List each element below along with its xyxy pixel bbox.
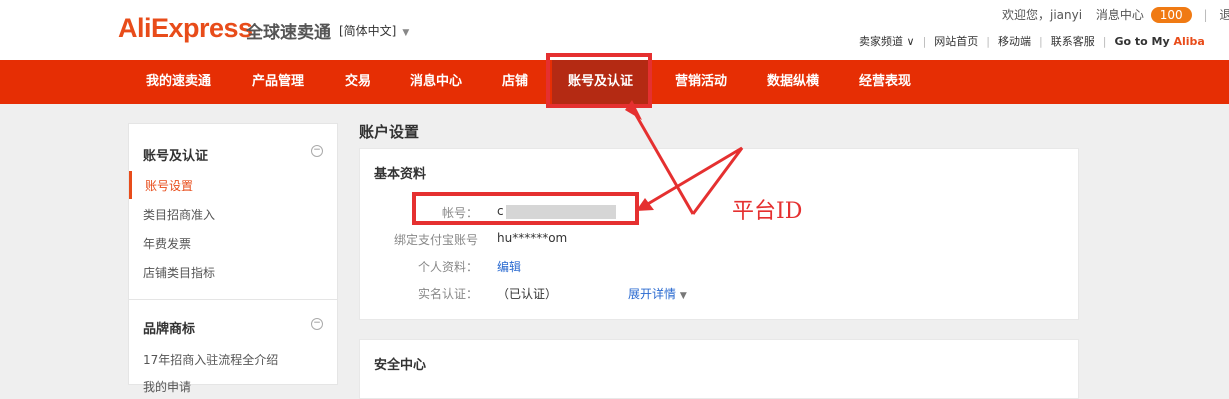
sidebar-item-account-settings[interactable]: 账号设置 xyxy=(145,177,193,194)
profile-label: 个人资料： xyxy=(417,260,478,274)
sidebar-item-annual-fee-invoice[interactable]: 年费发票 xyxy=(143,235,191,252)
top-links: 卖家频道 ∨ | 网站首页 | 移动端 | 联系客服 | Go to My Aliba xyxy=(859,33,1205,49)
goto-brand: Aliba xyxy=(1173,35,1205,48)
seller-channel-label: 卖家频道 xyxy=(859,35,903,48)
contact-service-link[interactable]: 联系客服 xyxy=(1051,35,1095,48)
logo-subtitle: 全球速卖通 xyxy=(246,23,331,43)
language-selector[interactable]: [简体中文] ▼ xyxy=(339,22,409,39)
chevron-down-icon: ▼ xyxy=(402,28,410,38)
sidebar: 账号及认证 − 账号设置 类目招商准入 年费发票 店铺类目指标 品牌商标 − 1… xyxy=(128,123,338,394)
highlight-box-account xyxy=(412,192,639,225)
sidebar-section-title: 品牌商标 xyxy=(143,322,196,337)
sidebar-item-category-access[interactable]: 类目招商准入 xyxy=(143,206,215,223)
chevron-down-icon: ∨ xyxy=(906,35,915,48)
nav-data[interactable]: 数据纵横 xyxy=(767,60,819,104)
nav-performance[interactable]: 经营表现 xyxy=(859,60,911,104)
sidebar-item-onboarding-guide[interactable]: 17年招商入驻流程全介绍 xyxy=(143,351,278,368)
divider: | xyxy=(1102,35,1107,48)
annotation-label: 平台ID xyxy=(732,199,803,224)
sidebar-section-title: 账号及认证 xyxy=(143,149,209,164)
card-title: 基本资料 xyxy=(374,167,427,182)
logout-link[interactable]: 退出 xyxy=(1219,8,1229,22)
active-indicator xyxy=(129,171,132,199)
seller-channel-link[interactable]: 卖家频道 ∨ xyxy=(859,35,915,48)
nav-my-aliexpress[interactable]: 我的速卖通 xyxy=(146,60,211,104)
sidebar-divider xyxy=(129,299,337,300)
security-card: 安全中心 xyxy=(359,339,1079,399)
expand-details-link[interactable]: 展开详情 ▼ xyxy=(628,285,687,302)
aliexpress-logo[interactable]: AliExpress xyxy=(118,13,253,44)
language-label: [简体中文] xyxy=(339,24,397,38)
edit-profile-link[interactable]: 编辑 xyxy=(497,258,521,275)
alipay-label: 绑定支付宝账号 xyxy=(393,233,478,247)
nav-marketing[interactable]: 营销活动 xyxy=(675,60,727,104)
divider: | xyxy=(922,35,927,48)
nav-messages[interactable]: 消息中心 xyxy=(410,60,462,104)
alipay-value: hu******om xyxy=(497,231,568,245)
verification-status: （已认证） xyxy=(497,287,558,301)
sidebar-item-store-category-metrics[interactable]: 店铺类目指标 xyxy=(143,264,215,281)
verification-label: 实名认证： xyxy=(417,287,478,301)
divider: | xyxy=(986,35,990,48)
sidebar-item-my-applications[interactable]: 我的申请 xyxy=(143,378,191,395)
goto-prefix: Go to My xyxy=(1114,35,1174,48)
basic-info-card: 基本资料 帐号： c 绑定支付宝账号 hu******om 个人资料： 编辑 实… xyxy=(359,148,1079,320)
nav-products[interactable]: 产品管理 xyxy=(252,60,304,104)
goto-my-alibaba-link[interactable]: Go to My Aliba xyxy=(1114,35,1204,48)
divider: | xyxy=(1039,35,1043,48)
page-title: 账户设置 xyxy=(359,123,420,141)
divider: | xyxy=(1203,8,1208,22)
nav-store[interactable]: 店铺 xyxy=(502,60,528,104)
top-bar: AliExpress 全球速卖通 [简体中文] ▼ 欢迎您，jianyi 消息中心… xyxy=(0,0,1229,60)
chevron-down-icon: ▼ xyxy=(679,291,687,301)
homepage-link[interactable]: 网站首页 xyxy=(934,35,978,48)
expand-details-label: 展开详情 xyxy=(628,287,677,301)
welcome-text: 欢迎您，jianyi xyxy=(1002,8,1083,22)
collapse-icon[interactable]: − xyxy=(311,318,323,330)
collapse-icon[interactable]: − xyxy=(311,145,323,157)
mobile-link[interactable]: 移动端 xyxy=(998,35,1031,48)
welcome-bar: 欢迎您，jianyi 消息中心 100 | 退出 xyxy=(1002,6,1229,23)
messages-link[interactable]: 消息中心 xyxy=(1096,8,1144,22)
card-title: 安全中心 xyxy=(374,358,427,373)
nav-orders[interactable]: 交易 xyxy=(345,60,371,104)
messages-count-badge[interactable]: 100 xyxy=(1150,7,1192,23)
highlight-box-nav xyxy=(546,53,652,108)
